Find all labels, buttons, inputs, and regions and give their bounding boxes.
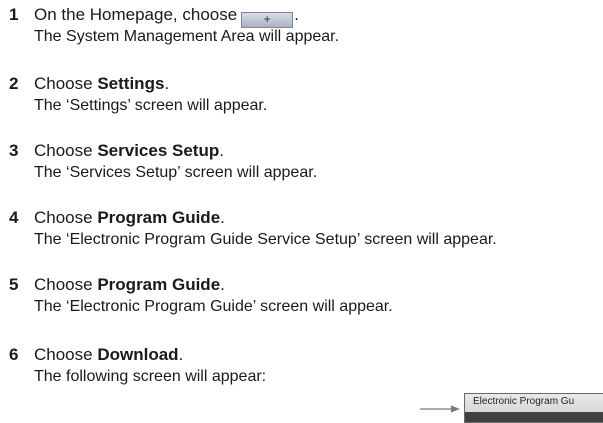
step-number: 3 xyxy=(9,141,19,160)
step-number: 1 xyxy=(9,5,19,24)
step-suffix: . xyxy=(220,208,225,227)
step-prefix: Choose xyxy=(34,345,93,364)
step-result: The ‘Settings’ screen will appear. xyxy=(34,97,268,114)
step-4: 4 Choose Program Guide. The ‘Electronic … xyxy=(0,207,603,257)
step-result: The System Management Area will appear. xyxy=(34,28,340,45)
preview-menu-bar xyxy=(465,412,603,422)
step-title: Choose Download. xyxy=(34,344,183,366)
step-2: 2 Choose Settings. The ‘Settings’ screen… xyxy=(0,73,603,123)
step-title: Choose Program Guide. xyxy=(34,274,225,296)
step-prefix: Choose xyxy=(34,275,93,294)
step-title: Choose Program Guide. xyxy=(34,207,225,229)
step-prefix: On the Homepage, choose xyxy=(34,5,238,24)
step-target: Settings xyxy=(97,74,165,93)
step-result: The ‘Services Setup’ screen will appear. xyxy=(34,164,318,181)
step-number: 2 xyxy=(9,74,19,93)
step-suffix: . xyxy=(164,74,170,93)
step-5: 5 Choose Program Guide. The ‘Electronic … xyxy=(0,274,603,324)
step-target: Program Guide xyxy=(97,275,221,294)
right-arrow-icon xyxy=(420,405,460,413)
step-3: 3 Choose Services Setup. The ‘Services S… xyxy=(0,140,603,190)
step-prefix: Choose xyxy=(34,208,93,227)
step-result: The ‘Electronic Program Guide’ screen wi… xyxy=(34,298,393,315)
step-suffix: . xyxy=(220,275,225,294)
step-result: The following screen will appear: xyxy=(34,368,267,385)
step-number: 5 xyxy=(9,275,19,294)
step-title: On the Homepage, choose +. xyxy=(34,4,299,28)
step-prefix: Choose xyxy=(34,141,93,160)
screen-preview-thumbnail: Electronic Program Gu xyxy=(464,393,603,423)
step-number: 6 xyxy=(9,345,19,364)
step-target: Download xyxy=(97,345,179,364)
step-6: 6 Choose Download. The following screen … xyxy=(0,344,603,394)
step-suffix: . xyxy=(178,345,184,364)
step-result: The ‘Electronic Program Guide Service Se… xyxy=(34,231,497,248)
step-number: 4 xyxy=(9,208,19,227)
step-title: Choose Settings. xyxy=(34,73,169,95)
step-prefix: Choose xyxy=(34,74,93,93)
step-suffix: . xyxy=(219,141,224,160)
step-title: Choose Services Setup. xyxy=(34,140,224,162)
step-1: 1 On the Homepage, choose +. The System M… xyxy=(0,4,603,54)
step-suffix: . xyxy=(294,5,299,24)
preview-title: Electronic Program Gu xyxy=(473,396,575,407)
system-management-button-icon: + xyxy=(241,12,294,28)
step-target: Program Guide xyxy=(97,208,221,227)
step-target: Services Setup xyxy=(97,141,220,160)
